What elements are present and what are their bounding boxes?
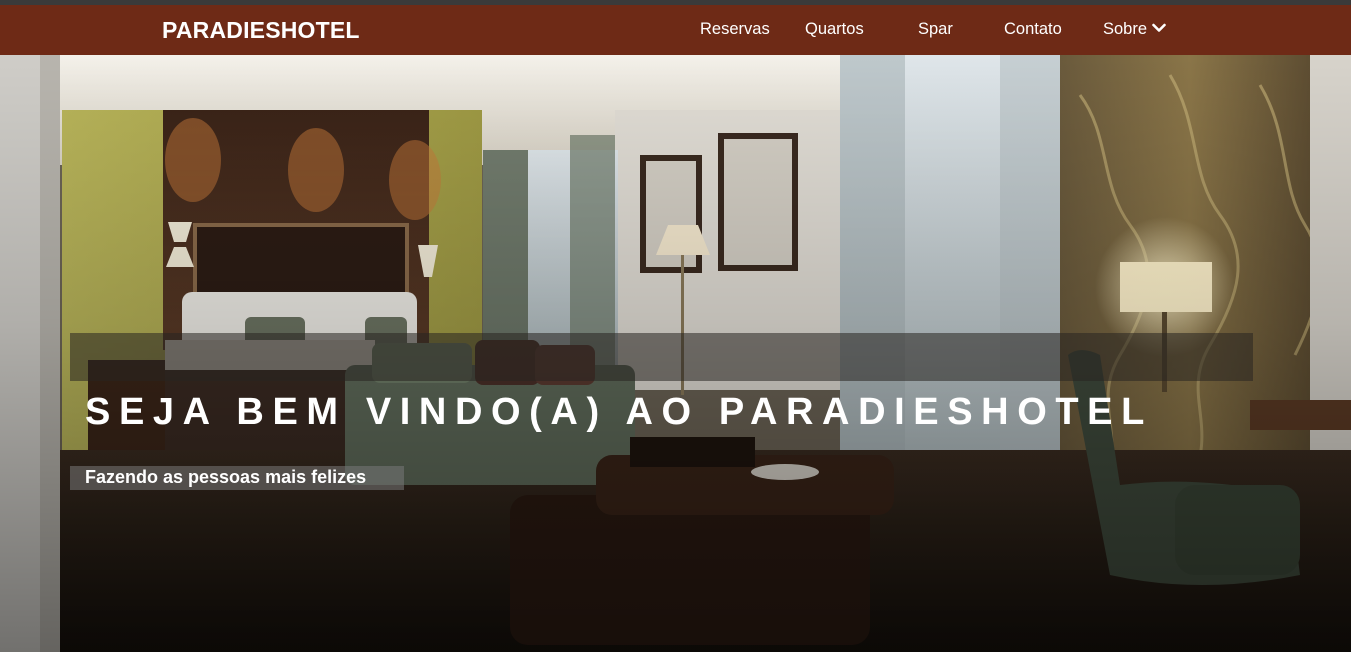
nav-item-reservas[interactable]: Reservas — [700, 20, 770, 39]
nav-item-quartos[interactable]: Quartos — [805, 20, 864, 39]
headline-background — [70, 333, 1253, 381]
hero-headline: SEJA BEM VINDO(A) AO PARADIESHOTEL — [85, 391, 1153, 433]
navbar: PARADIESHOTEL Reservas Quartos Spar Cont… — [0, 5, 1351, 55]
nav-item-sobre-label: Sobre — [1103, 20, 1148, 38]
hero-subtitle: Fazendo as pessoas mais felizes — [85, 467, 367, 487]
nav-item-sobre[interactable]: Sobre — [1103, 20, 1166, 39]
chevron-down-icon — [1152, 19, 1166, 38]
nav-item-contato[interactable]: Contato — [1004, 20, 1062, 39]
nav-item-spar[interactable]: Spar — [918, 20, 953, 39]
brand-logo[interactable]: PARADIESHOTEL — [162, 17, 360, 44]
